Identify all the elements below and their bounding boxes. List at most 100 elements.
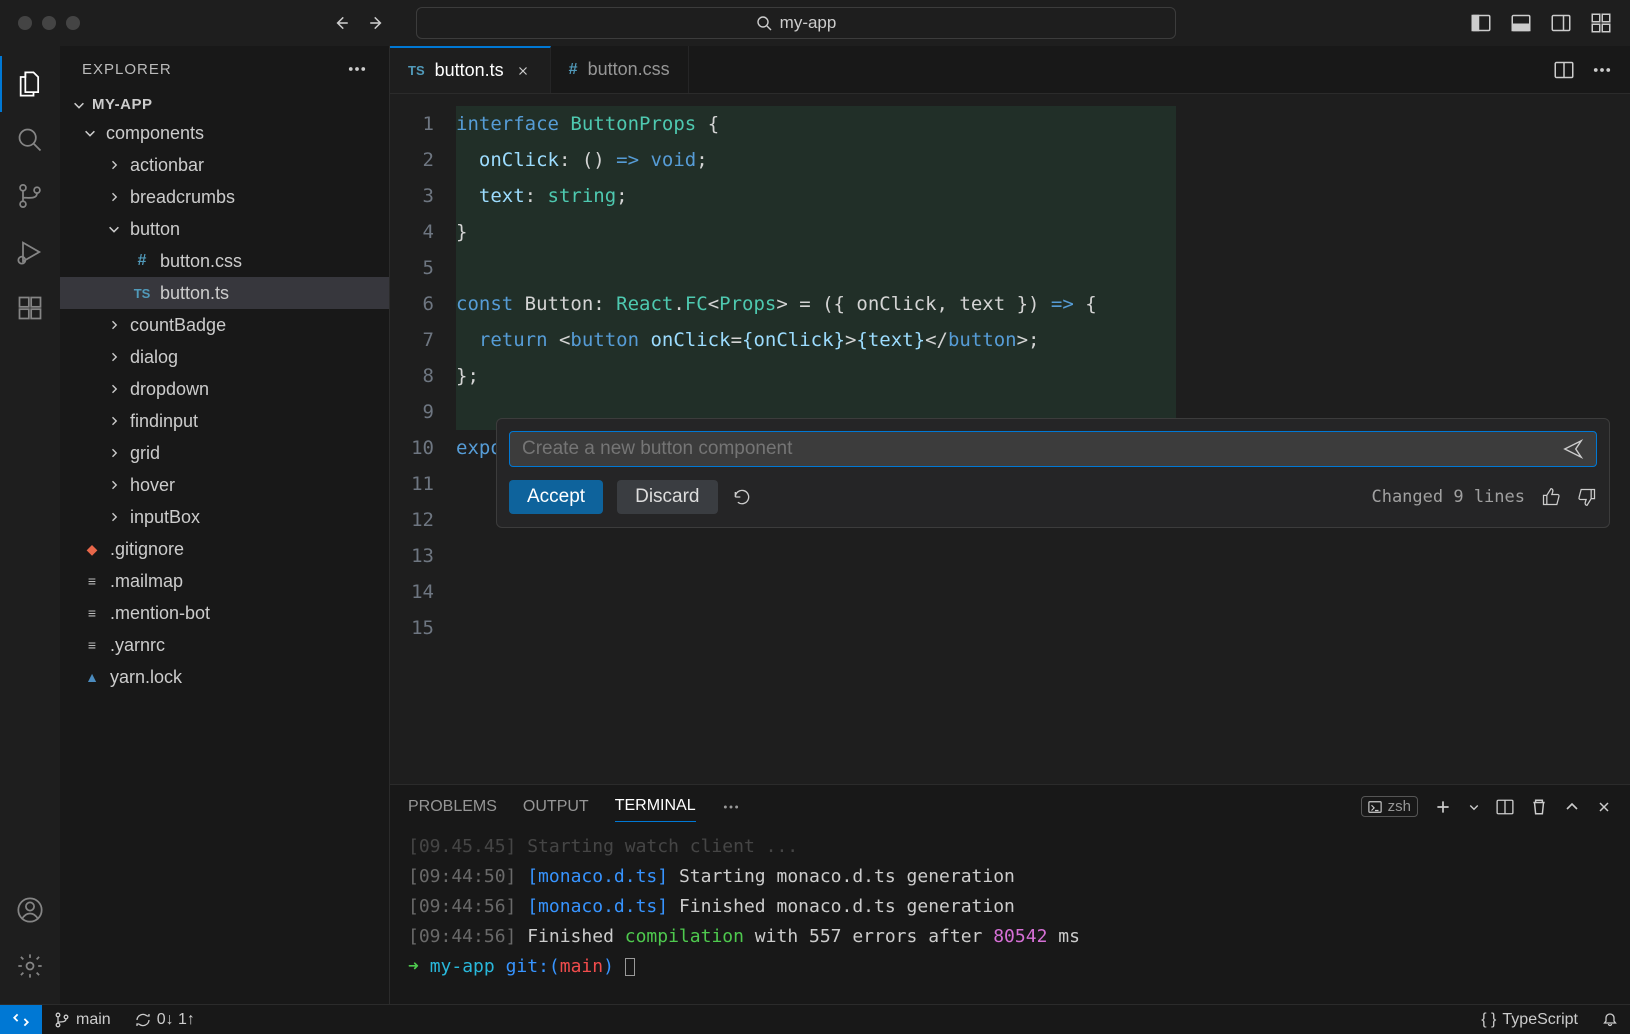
- chevron-right-icon: [108, 479, 120, 491]
- panel-tab-output[interactable]: OUTPUT: [523, 792, 589, 822]
- chevron-down-icon: [83, 126, 97, 140]
- terminal-cursor: [625, 958, 635, 976]
- tab-label: button.ts: [435, 60, 504, 81]
- kill-terminal-icon[interactable]: [1530, 798, 1548, 816]
- tree-file-button-css[interactable]: #button.css: [60, 245, 389, 277]
- text-file-icon: ≡: [82, 573, 102, 589]
- new-terminal-icon[interactable]: [1434, 798, 1452, 816]
- bottom-panel: PROBLEMS OUTPUT TERMINAL zsh: [390, 784, 1630, 1004]
- chevron-right-icon: [108, 159, 120, 171]
- tree-folder-dialog[interactable]: dialog: [60, 341, 389, 373]
- nav-back-button[interactable]: [330, 12, 352, 34]
- minimize-window-icon[interactable]: [42, 16, 56, 30]
- css-file-icon: #: [569, 61, 578, 79]
- explorer-header: EXPLORER: [60, 46, 389, 92]
- editor-more-icon[interactable]: [1592, 60, 1612, 80]
- changed-lines-label: Changed 9 lines: [1371, 479, 1525, 515]
- terminal-shell-indicator[interactable]: zsh: [1361, 796, 1418, 817]
- terminal-icon: [1368, 800, 1382, 814]
- split-editor-icon[interactable]: [1554, 60, 1574, 80]
- accept-button[interactable]: Accept: [509, 480, 603, 514]
- remote-indicator[interactable]: [0, 1005, 42, 1034]
- activity-explorer[interactable]: [0, 56, 60, 112]
- tree-folder-dropdown[interactable]: dropdown: [60, 373, 389, 405]
- close-panel-icon[interactable]: [1596, 799, 1612, 815]
- tree-file-yarnlock[interactable]: ▲yarn.lock: [60, 661, 389, 693]
- tree-file-yarnrc[interactable]: ≡.yarnrc: [60, 629, 389, 661]
- tab-button-css[interactable]: # button.css: [551, 46, 689, 93]
- tree-folder-components[interactable]: components: [60, 117, 389, 149]
- activity-run-debug[interactable]: [0, 224, 60, 280]
- sync-icon: [135, 1012, 151, 1028]
- activity-bar: [0, 46, 60, 1004]
- tree-folder-countbadge[interactable]: countBadge: [60, 309, 389, 341]
- panel-tab-problems[interactable]: PROBLEMS: [408, 792, 497, 822]
- tree-folder-inputbox[interactable]: inputBox: [60, 501, 389, 533]
- chevron-right-icon: [108, 319, 120, 331]
- folder-root[interactable]: MY-APP: [60, 92, 389, 117]
- activity-source-control[interactable]: [0, 168, 60, 224]
- thumbs-up-icon[interactable]: [1541, 487, 1561, 507]
- text-file-icon: ≡: [82, 637, 102, 653]
- editor-area: TS button.ts # button.css 123 456 789 10…: [390, 46, 1630, 1004]
- tree-folder-grid[interactable]: grid: [60, 437, 389, 469]
- activity-accounts[interactable]: [0, 882, 60, 938]
- bell-icon: [1602, 1012, 1618, 1028]
- line-numbers: 123 456 789 101112 131415: [390, 94, 456, 784]
- status-language[interactable]: { } TypeScript: [1469, 1011, 1590, 1029]
- tree-folder-breadcrumbs[interactable]: breadcrumbs: [60, 181, 389, 213]
- close-window-icon[interactable]: [18, 16, 32, 30]
- toggle-panel-icon[interactable]: [1510, 12, 1532, 34]
- statusbar: main 0↓ 1↑ { } TypeScript: [0, 1004, 1630, 1034]
- activity-search[interactable]: [0, 112, 60, 168]
- status-sync[interactable]: 0↓ 1↑: [123, 1011, 207, 1029]
- terminal-dropdown-icon[interactable]: [1468, 801, 1480, 813]
- nav-forward-button[interactable]: [366, 12, 388, 34]
- tree-file-gitignore[interactable]: ◆.gitignore: [60, 533, 389, 565]
- thumbs-down-icon[interactable]: [1577, 487, 1597, 507]
- tree-folder-button[interactable]: button: [60, 213, 389, 245]
- extensions-icon: [16, 294, 44, 322]
- discard-button[interactable]: Discard: [617, 480, 717, 514]
- ts-file-icon: TS: [408, 63, 425, 78]
- send-icon[interactable]: [1562, 438, 1584, 460]
- maximize-panel-icon[interactable]: [1564, 799, 1580, 815]
- debug-icon: [16, 238, 44, 266]
- explorer-more-icon[interactable]: [347, 59, 367, 79]
- window-controls: [18, 16, 80, 30]
- git-branch-icon: [16, 182, 44, 210]
- toggle-primary-sidebar-icon[interactable]: [1470, 12, 1492, 34]
- toggle-secondary-sidebar-icon[interactable]: [1550, 12, 1572, 34]
- tree-file-button-ts[interactable]: TSbutton.ts: [60, 277, 389, 309]
- inline-chat-input[interactable]: [522, 438, 1552, 460]
- status-branch[interactable]: main: [42, 1011, 123, 1029]
- tree-folder-hover[interactable]: hover: [60, 469, 389, 501]
- git-file-icon: ◆: [82, 541, 102, 558]
- customize-layout-icon[interactable]: [1590, 12, 1612, 34]
- code-content[interactable]: interface ButtonProps { onClick: () => v…: [456, 94, 1630, 784]
- chevron-right-icon: [108, 415, 120, 427]
- chevron-right-icon: [108, 351, 120, 363]
- terminal-output[interactable]: [09.45.45] Starting watch client ... [09…: [390, 828, 1630, 1004]
- tab-button-ts[interactable]: TS button.ts: [390, 46, 551, 93]
- activity-extensions[interactable]: [0, 280, 60, 336]
- inline-chat-widget: Accept Discard Changed 9 lines: [496, 418, 1610, 528]
- status-notifications[interactable]: [1590, 1011, 1630, 1029]
- explorer-sidebar: EXPLORER MY-APP components actionbar bre…: [60, 46, 390, 1004]
- editor-body[interactable]: 123 456 789 101112 131415 interface Butt…: [390, 94, 1630, 784]
- regenerate-icon[interactable]: [732, 487, 752, 507]
- maximize-window-icon[interactable]: [66, 16, 80, 30]
- tree-file-mentionbot[interactable]: ≡.mention-bot: [60, 597, 389, 629]
- panel-tab-terminal[interactable]: TERMINAL: [615, 791, 696, 822]
- panel-more-icon[interactable]: [722, 798, 740, 816]
- files-icon: [16, 70, 44, 98]
- command-center[interactable]: my-app: [416, 7, 1176, 39]
- activity-settings[interactable]: [0, 938, 60, 994]
- tree-file-mailmap[interactable]: ≡.mailmap: [60, 565, 389, 597]
- tree-folder-actionbar[interactable]: actionbar: [60, 149, 389, 181]
- explorer-title: EXPLORER: [82, 61, 172, 78]
- chevron-down-icon: [72, 98, 86, 112]
- tree-folder-findinput[interactable]: findinput: [60, 405, 389, 437]
- split-terminal-icon[interactable]: [1496, 798, 1514, 816]
- close-tab-icon[interactable]: [514, 62, 532, 80]
